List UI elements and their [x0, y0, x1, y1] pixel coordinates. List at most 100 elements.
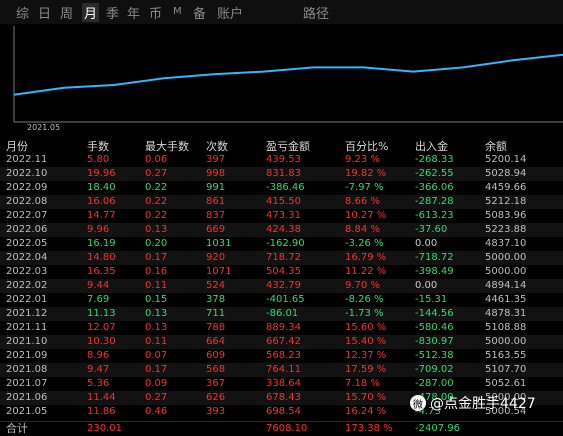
cell-pnl: 698.54: [266, 406, 301, 417]
total-label: 合计: [6, 422, 28, 435]
cell-count: 568: [206, 364, 226, 375]
col-header-balance: 余额: [485, 140, 507, 153]
cell-percent: 12.37 %: [345, 350, 387, 361]
cell-max-lots: 0.17: [145, 252, 168, 263]
tab-overview[interactable]: 综: [16, 3, 29, 22]
cell-pnl: 415.50: [266, 196, 301, 207]
table-header: 月份 手数 最大手数 次数 盈亏金额 百分比% 出入金 余额: [0, 137, 563, 153]
cell-max-lots: 0.27: [145, 392, 168, 403]
table-row: 2022.07 14.77 0.22 837 473.31 10.27 % -613.23 5…: [0, 209, 563, 223]
cell-cash-flow: -15.31: [415, 294, 448, 305]
cell-max-lots: 0.13: [145, 308, 168, 319]
cell-cash-flow: -398.49: [415, 266, 454, 277]
tab-path[interactable]: 路径: [303, 3, 329, 22]
table-row: 2022.01 7.69 0.15 378 -401.65 -8.26 % -15.31 44…: [0, 293, 563, 307]
cell-percent: 9.23 %: [345, 154, 380, 165]
cell-count: 920: [206, 252, 226, 263]
tab-currency[interactable]: 币: [149, 3, 162, 22]
cell-pnl: -86.01: [266, 308, 299, 319]
cell-pnl: 473.31: [266, 210, 301, 221]
cell-max-lots: 0.07: [145, 350, 168, 361]
cell-percent: -7.97 %: [345, 182, 384, 193]
cell-balance: 4461.35: [485, 294, 527, 305]
cell-balance: 4459.66: [485, 182, 527, 193]
cell-count: 711: [206, 308, 226, 319]
cell-lots: 5.36: [87, 378, 110, 389]
cell-lots: 7.69: [87, 294, 110, 305]
cell-month: 2021.10: [6, 336, 48, 347]
tab-yearly[interactable]: 年: [127, 3, 140, 22]
watermark-text: @点金胜手4427: [430, 396, 536, 412]
cell-month: 2021.07: [6, 378, 48, 389]
cell-pnl: -386.46: [266, 182, 305, 193]
balance-chart: 2021.05: [0, 24, 563, 135]
cell-max-lots: 0.13: [145, 322, 168, 333]
table-row: 2022.08 16.06 0.22 861 415.50 8.66 % -287.28 52…: [0, 195, 563, 209]
cell-count: 524: [206, 280, 226, 291]
cell-cash-flow: -262.55: [415, 168, 454, 179]
cell-month: 2022.03: [6, 266, 48, 277]
cell-pnl: 424.38: [266, 224, 301, 235]
cell-balance: 4837.10: [485, 238, 527, 249]
cell-month: 2021.06: [6, 392, 48, 403]
tab-account[interactable]: 账户: [217, 3, 243, 22]
cell-max-lots: 0.46: [145, 406, 168, 417]
cell-balance: 5052.61: [485, 378, 527, 389]
cell-pnl: 439.53: [266, 154, 301, 165]
cell-lots: 16.06: [87, 196, 116, 207]
cell-balance: 5163.55: [485, 350, 527, 361]
cell-lots: 14.77: [87, 210, 116, 221]
tab-weekly[interactable]: 周: [60, 3, 73, 22]
cell-cash-flow: -512.38: [415, 350, 454, 361]
cell-pnl: 831.83: [266, 168, 301, 179]
cell-lots: 11.44: [87, 392, 116, 403]
cell-balance: 5212.18: [485, 196, 527, 207]
cell-cash-flow: -144.56: [415, 308, 454, 319]
cell-count: 1031: [206, 238, 232, 249]
cell-lots: 5.80: [87, 154, 110, 165]
cell-lots: 8.96: [87, 350, 110, 361]
table-row: 2021.08 9.47 0.17 568 764.11 17.59 % -709.02 51…: [0, 363, 563, 377]
cell-max-lots: 0.11: [145, 280, 168, 291]
cell-max-lots: 0.22: [145, 210, 168, 221]
cell-lots: 12.07: [87, 322, 116, 333]
tab-monthly[interactable]: 月: [82, 3, 100, 22]
total-percent: 173.38 %: [345, 423, 393, 434]
cell-balance: 5223.88: [485, 224, 527, 235]
cell-cash-flow: -287.00: [415, 378, 454, 389]
cell-cash-flow: -37.60: [415, 224, 448, 235]
cell-month: 2022.10: [6, 168, 48, 179]
cell-percent: 15.40 %: [345, 336, 387, 347]
cell-pnl: 764.11: [266, 364, 301, 375]
cell-cash-flow: -709.02: [415, 364, 454, 375]
cell-percent: 11.22 %: [345, 266, 387, 277]
cell-balance: 5000.00: [485, 266, 527, 277]
cell-balance: 4878.31: [485, 308, 527, 319]
cell-lots: 16.35: [87, 266, 116, 277]
tab-m[interactable]: M: [173, 6, 182, 17]
cell-balance: 4894.14: [485, 280, 527, 291]
cell-month: 2021.05: [6, 406, 48, 417]
cell-balance: 5000.00: [485, 336, 527, 347]
cell-cash-flow: 0.00: [415, 238, 438, 249]
total-cash-flow: -2407.96: [415, 423, 460, 434]
cell-count: 397: [206, 154, 226, 165]
cell-percent: 16.24 %: [345, 406, 387, 417]
cell-count: 837: [206, 210, 226, 221]
table-row: 2022.10 19.96 0.27 998 831.83 19.82 % -262.55 5…: [0, 167, 563, 181]
cell-count: 609: [206, 350, 226, 361]
cell-percent: -8.26 %: [345, 294, 384, 305]
tab-daily[interactable]: 日: [38, 3, 51, 22]
col-header-pnl: 盈亏金额: [266, 140, 310, 153]
cell-cash-flow: -718.72: [415, 252, 454, 263]
cell-month: 2021.09: [6, 350, 48, 361]
col-header-count: 次数: [206, 140, 228, 153]
tab-quarterly[interactable]: 季: [106, 3, 119, 22]
cell-pnl: 338.64: [266, 378, 301, 389]
cell-count: 378: [206, 294, 226, 305]
cell-percent: 10.27 %: [345, 210, 387, 221]
cell-count: 664: [206, 336, 226, 347]
col-header-lots: 手数: [87, 140, 109, 153]
tab-notes[interactable]: 备: [193, 3, 206, 22]
cell-count: 991: [206, 182, 226, 193]
